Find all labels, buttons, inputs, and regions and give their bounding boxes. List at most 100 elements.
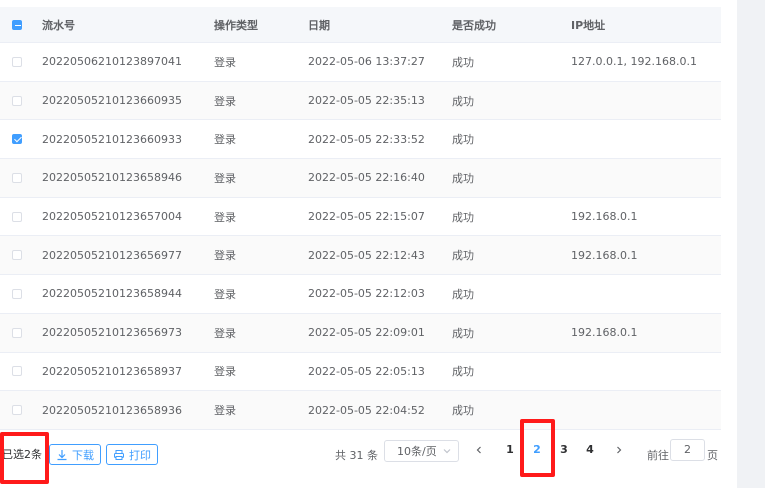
chevron-left-icon	[476, 446, 481, 454]
cell-date: 2022-05-06 13:37:27	[308, 55, 425, 69]
cell-type: 登录	[214, 94, 236, 108]
cell-serial: 20220505210123656973	[42, 326, 182, 340]
table-row[interactable]: 20220505210123658944 登录 2022-05-05 22:12:0…	[0, 275, 721, 314]
row-checkbox[interactable]	[12, 95, 22, 106]
page-3[interactable]: 3	[555, 443, 573, 456]
cell-type: 登录	[214, 133, 236, 147]
row-checkbox[interactable]	[12, 56, 22, 67]
chevron-down-icon	[442, 446, 452, 456]
table-row[interactable]: 20220505210123656973 登录 2022-05-05 22:09:0…	[0, 313, 721, 353]
download-button[interactable]: 下载	[49, 444, 101, 465]
cell-type: 登录	[214, 287, 236, 301]
row-select-cell[interactable]	[0, 288, 42, 299]
goto-page-input[interactable]: 2	[670, 439, 705, 461]
row-checkbox[interactable]	[12, 211, 22, 222]
table-row[interactable]: 20220505210123658936 登录 2022-05-05 22:04:5…	[0, 391, 721, 430]
cell-success: 成功	[452, 404, 474, 418]
cell-success: 成功	[452, 171, 474, 185]
column-header-type[interactable]: 操作类型	[214, 17, 308, 33]
row-select-cell[interactable]	[0, 211, 42, 222]
table-row[interactable]: 20220505210123658937 登录 2022-05-05 22:05:1…	[0, 353, 721, 392]
cell-success: 成功	[452, 55, 474, 69]
prev-page-button[interactable]	[473, 444, 485, 459]
row-select-cell[interactable]	[0, 405, 42, 416]
cell-date: 2022-05-05 22:09:01	[308, 326, 425, 340]
right-panel-background	[737, 0, 765, 488]
select-all-checkbox[interactable]	[12, 19, 22, 30]
row-select-cell[interactable]	[0, 56, 42, 67]
cell-serial: 20220505210123658937	[42, 364, 182, 378]
row-select-cell[interactable]	[0, 95, 42, 106]
row-checkbox[interactable]	[12, 172, 22, 183]
print-label: 打印	[129, 448, 151, 462]
cell-serial: 20220505210123658946	[42, 171, 182, 185]
column-header-ip[interactable]: IP地址	[571, 17, 721, 33]
cell-serial: 20220505210123660933	[42, 132, 182, 146]
page-size-select[interactable]: 10条/页	[384, 440, 459, 462]
cell-success: 成功	[452, 94, 474, 108]
row-select-cell[interactable]	[0, 172, 42, 183]
cell-serial: 20220505210123657004	[42, 210, 182, 224]
cell-date: 2022-05-05 22:35:13	[308, 94, 425, 108]
cell-serial: 20220505210123658936	[42, 403, 182, 417]
cell-ip: 192.168.0.1	[571, 248, 638, 262]
table-row[interactable]: 20220505210123660933 登录 2022-05-05 22:33:5…	[0, 120, 721, 160]
cell-type: 登录	[214, 326, 236, 340]
chevron-right-icon	[617, 446, 622, 454]
table-header: 流水号 操作类型 日期 是否成功 IP地址	[0, 7, 721, 43]
cell-success: 成功	[452, 210, 474, 224]
total-count: 共 31 条	[335, 449, 378, 462]
cell-success: 成功	[452, 326, 474, 340]
table-row[interactable]: 20220505210123657004 登录 2022-05-05 22:15:0…	[0, 198, 721, 237]
cell-date: 2022-05-05 22:15:07	[308, 210, 425, 224]
table-row[interactable]: 20220506210123897041 登录 2022-05-06 13:37:2…	[0, 43, 721, 82]
print-button[interactable]: 打印	[106, 444, 158, 465]
cell-success: 成功	[452, 133, 474, 147]
row-checkbox[interactable]	[12, 327, 22, 338]
goto-suffix: 页	[707, 449, 718, 462]
cell-type: 登录	[214, 404, 236, 418]
page-1[interactable]: 1	[501, 443, 519, 456]
cell-date: 2022-05-05 22:33:52	[308, 132, 425, 146]
highlight-box-current-page	[520, 419, 555, 477]
cell-type: 登录	[214, 365, 236, 379]
next-page-button[interactable]	[613, 444, 625, 459]
cell-date: 2022-05-05 22:05:13	[308, 364, 425, 378]
cell-date: 2022-05-05 22:16:40	[308, 171, 425, 185]
cell-ip: 127.0.0.1, 192.168.0.1	[571, 55, 697, 69]
row-checkbox[interactable]	[12, 250, 22, 261]
highlight-box-selected-count	[0, 432, 49, 484]
cell-type: 登录	[214, 249, 236, 263]
goto-label: 前往	[647, 449, 669, 462]
cell-serial: 20220505210123660935	[42, 94, 182, 108]
column-header-serial[interactable]: 流水号	[42, 17, 214, 33]
page-4[interactable]: 4	[581, 443, 599, 456]
cell-type: 登录	[214, 55, 236, 69]
row-checkbox[interactable]	[12, 366, 22, 377]
printer-icon	[113, 449, 125, 461]
row-checkbox[interactable]	[12, 405, 22, 416]
cell-ip: 192.168.0.1	[571, 210, 638, 224]
download-label: 下载	[72, 448, 94, 462]
cell-serial: 20220506210123897041	[42, 55, 182, 69]
row-select-cell[interactable]	[0, 327, 42, 338]
cell-success: 成功	[452, 287, 474, 301]
cell-date: 2022-05-05 22:12:03	[308, 287, 425, 301]
row-checkbox[interactable]	[12, 288, 22, 299]
row-checkbox[interactable]	[12, 134, 22, 145]
table-row[interactable]: 20220505210123658946 登录 2022-05-05 22:16:4…	[0, 159, 721, 198]
row-select-cell[interactable]	[0, 366, 42, 377]
download-icon	[56, 449, 68, 461]
column-header-success[interactable]: 是否成功	[452, 17, 571, 33]
table-row[interactable]: 20220505210123660935 登录 2022-05-05 22:35:1…	[0, 81, 721, 121]
page-size-value: 10条/页	[397, 445, 437, 458]
row-select-cell[interactable]	[0, 134, 42, 145]
cell-serial: 20220505210123658944	[42, 287, 182, 301]
select-all-cell[interactable]	[0, 19, 42, 30]
table-row[interactable]: 20220505210123656977 登录 2022-05-05 22:12:4…	[0, 236, 721, 276]
cell-success: 成功	[452, 365, 474, 379]
column-header-date[interactable]: 日期	[308, 17, 452, 33]
cell-date: 2022-05-05 22:12:43	[308, 248, 425, 262]
row-select-cell[interactable]	[0, 250, 42, 261]
cell-type: 登录	[214, 171, 236, 185]
